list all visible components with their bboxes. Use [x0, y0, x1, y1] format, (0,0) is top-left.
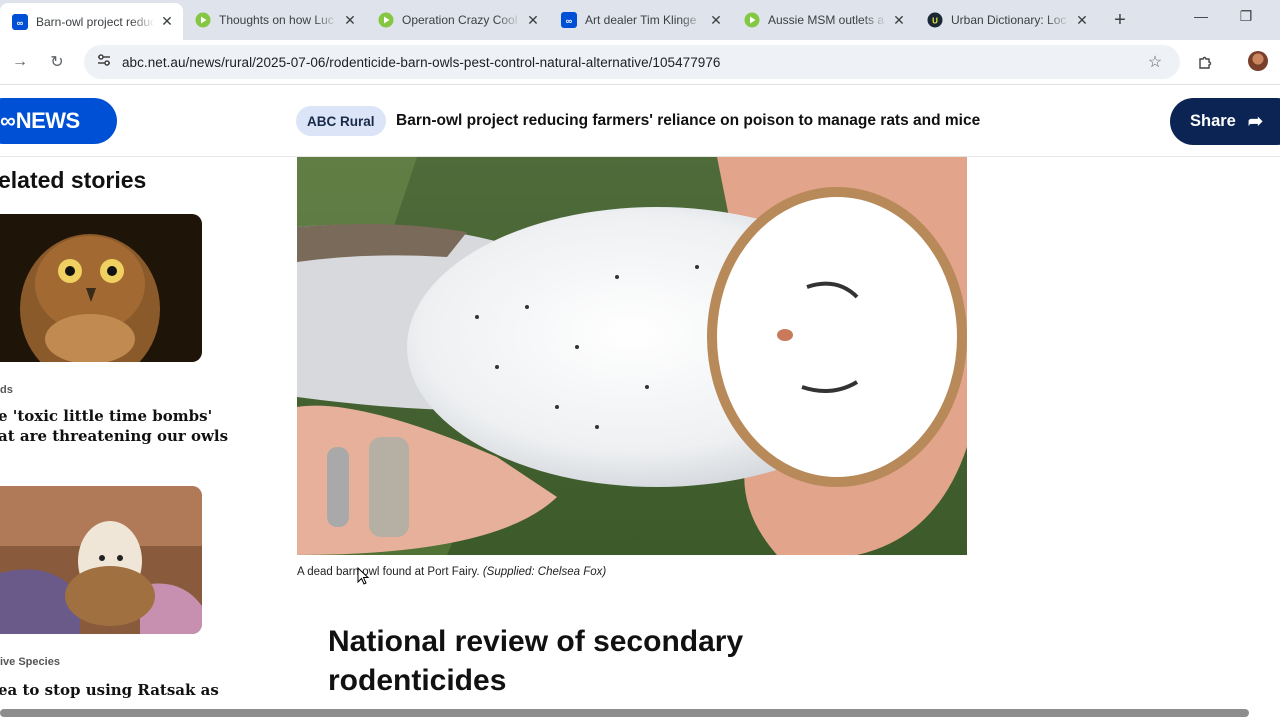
- svg-text:∞: ∞: [566, 16, 573, 26]
- restore-icon[interactable]: ❐: [1234, 8, 1258, 25]
- bookmark-star-icon[interactable]: ☆: [1143, 50, 1167, 74]
- tab-art-dealer[interactable]: ∞ Art dealer Tim Klinge ✕: [549, 3, 732, 37]
- story-title-line: at are threatening our owls: [0, 427, 229, 445]
- rumble-icon: [378, 12, 394, 28]
- tab-title: Barn-owl project reducing: [36, 14, 155, 29]
- article-title: Barn-owl project reducing farmers' relia…: [396, 112, 981, 129]
- browser-tabstrip: ∞ Barn-owl project reducing ✕ Thoughts o…: [0, 0, 1280, 40]
- reload-icon[interactable]: ↻: [45, 50, 69, 74]
- share-arrow-icon: ➦: [1247, 111, 1263, 131]
- new-tab-button[interactable]: +: [1106, 6, 1134, 34]
- tab-title: Art dealer Tim Klinge: [585, 13, 697, 27]
- image-caption: A dead barn owl found at Port Fairy. (Su…: [297, 566, 606, 578]
- tab-urban-dictionary[interactable]: U Urban Dictionary: Loc ✕: [915, 3, 1098, 37]
- tab-title: Aussie MSM outlets a: [768, 13, 885, 27]
- related-stories-heading: elated stories: [0, 167, 147, 193]
- extensions-icon[interactable]: [1193, 50, 1217, 74]
- story-kicker: ive Species: [0, 656, 60, 668]
- abc-news-logo[interactable]: ∞ NEWS: [0, 98, 117, 144]
- url-text: abc.net.au/news/rural/2025-07-06/rodenti…: [122, 54, 721, 70]
- barn-owl-photo-icon: [0, 486, 202, 634]
- abc-logo-icon: ∞: [0, 108, 16, 133]
- caption-credit: (Supplied: Chelsea Fox): [482, 566, 607, 578]
- urban-dictionary-icon: U: [927, 12, 943, 28]
- tab-operation[interactable]: Operation Crazy Cool ✕: [366, 3, 549, 37]
- logo-text: NEWS: [15, 108, 81, 133]
- story-title-line: e 'toxic little time bombs': [0, 407, 213, 425]
- share-label: Share: [1190, 112, 1236, 130]
- tab-title: Urban Dictionary: Loc: [951, 13, 1067, 27]
- story-title-line: ea to stop using Ratsak as: [0, 681, 219, 699]
- tab-barn-owl[interactable]: ∞ Barn-owl project reducing ✕: [0, 3, 183, 40]
- share-button[interactable]: Share ➦: [1170, 98, 1280, 145]
- close-tab-icon[interactable]: ✕: [159, 13, 175, 30]
- story-title[interactable]: e 'toxic little time bombs' at are threa…: [0, 406, 228, 446]
- mouse-cursor-icon: [357, 566, 370, 590]
- scrollbar-thumb[interactable]: [0, 709, 1249, 717]
- address-bar[interactable]: abc.net.au/news/rural/2025-07-06/rodenti…: [84, 45, 1180, 79]
- close-tab-icon[interactable]: ✕: [1074, 12, 1090, 28]
- story-kicker: ds: [0, 384, 13, 396]
- abc-icon: ∞: [12, 13, 28, 30]
- svg-text:∞: ∞: [17, 18, 24, 28]
- story-thumbnail[interactable]: [0, 486, 202, 634]
- svg-text:U: U: [932, 17, 938, 26]
- tab-aussie-msm[interactable]: Aussie MSM outlets a ✕: [732, 3, 915, 37]
- rumble-icon: [195, 12, 211, 28]
- story-thumbnail[interactable]: [0, 214, 202, 362]
- site-info-icon[interactable]: [96, 52, 112, 73]
- browser-toolbar: → ↻ abc.net.au/news/rural/2025-07-06/rod…: [0, 40, 1280, 85]
- hero-image: [297, 157, 967, 555]
- caption-text: A dead barn owl found at Port Fairy.: [297, 566, 480, 578]
- tab-title: Thoughts on how Luc: [219, 13, 334, 27]
- section-subheading: National review of secondary rodenticide…: [328, 625, 744, 697]
- close-tab-icon[interactable]: ✕: [525, 12, 541, 28]
- tab-title: Operation Crazy Cool: [402, 13, 518, 27]
- close-tab-icon[interactable]: ✕: [708, 12, 724, 28]
- close-tab-icon[interactable]: ✕: [891, 12, 907, 28]
- tab-thoughts[interactable]: Thoughts on how Luc ✕: [183, 3, 366, 37]
- minimize-icon[interactable]: —: [1189, 8, 1213, 24]
- owl-photo-icon: [0, 214, 202, 362]
- dead-barn-owl-photo-icon: [297, 157, 967, 555]
- profile-avatar[interactable]: [1248, 51, 1268, 71]
- rumble-icon: [744, 12, 760, 28]
- site-header: ∞ NEWS ABC Rural Barn-owl project reduci…: [0, 86, 1280, 157]
- forward-icon[interactable]: →: [8, 50, 32, 74]
- section-tag[interactable]: ABC Rural: [296, 106, 386, 136]
- abc-icon: ∞: [561, 12, 577, 28]
- close-tab-icon[interactable]: ✕: [342, 12, 358, 28]
- story-title[interactable]: ea to stop using Ratsak as: [0, 680, 219, 700]
